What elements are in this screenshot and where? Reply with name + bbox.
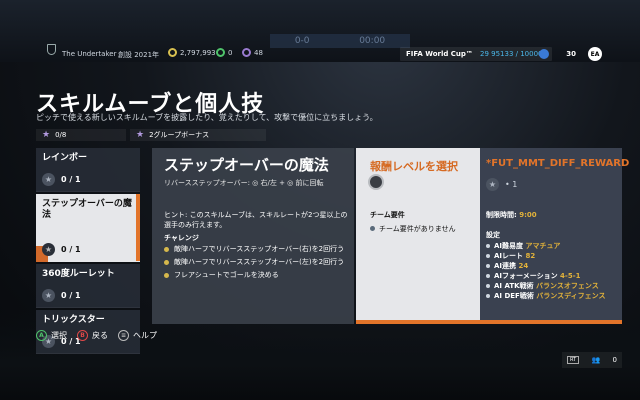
- sp-display: 48: [242, 48, 263, 57]
- club-founded: 創設 2021年: [118, 51, 160, 59]
- list-item-label: トリックスター: [42, 315, 105, 325]
- coin-icon: [168, 48, 177, 57]
- select-label: 選択: [51, 331, 67, 340]
- star-icon: ★: [42, 289, 55, 302]
- group-bonus[interactable]: ★ 2グループボーナス: [130, 129, 266, 141]
- challenge-item: 敵陣ハーフでリバースステップオーバー(右)を2回行う: [164, 244, 350, 254]
- season-title: FIFA World Cup™: [406, 50, 473, 58]
- challenge-item: 敵陣ハーフでリバースステップオーバー(左)を2回行う: [164, 257, 350, 267]
- challenge-label: チャレンジ: [164, 234, 199, 242]
- setting-item: AIレート 82: [486, 251, 620, 261]
- season-icon: [539, 49, 549, 59]
- setting-item: AI ATK戦術 バランスオフェンス: [486, 281, 620, 291]
- reward-accent-bar: [356, 320, 622, 324]
- setting-item: AI難易度 アマチュア: [486, 241, 620, 251]
- detail-panel: ステップオーバーの魔法 リバースステップオーバー: ◎ 右/左 + ◎ 前に回転…: [152, 148, 354, 324]
- detail-title: ステップオーバーの魔法: [164, 156, 329, 174]
- select-hint[interactable]: A 選択: [36, 330, 67, 341]
- star-icon: ★: [42, 130, 51, 140]
- coins-value: 2,797,993: [180, 48, 216, 57]
- list-item-rainbow[interactable]: レインボー ★ 0 / 1: [36, 148, 140, 192]
- club-name: The Undertaker: [62, 50, 117, 58]
- list-item-label: レインボー: [42, 153, 88, 163]
- page-subtitle: ピッチで使える新しいスキルムーブを披露したり、覚えたりして、攻撃で優位に立ちまし…: [36, 113, 378, 122]
- star-icon: ★: [42, 173, 55, 186]
- controller-hints: A 選択 B 戻る ≡ ヘルプ: [36, 330, 157, 341]
- sp-value: 48: [254, 48, 263, 57]
- setting-item: AI DEF戦術 バランスディフェンス: [486, 291, 620, 301]
- star-icon: ★: [486, 178, 499, 191]
- friends-count: 0: [612, 356, 617, 364]
- rt-button-icon: RT: [567, 356, 580, 364]
- points-display: 0: [216, 48, 232, 57]
- detail-hint: ヒント: このスキルムーブは、スキルレートが2つ星以上の選手のみ行えます。: [164, 211, 348, 229]
- difficulty-stars-value: • 1: [505, 180, 518, 189]
- star-icon: ★: [42, 243, 55, 256]
- list-item-progress-value: 0 / 1: [61, 291, 81, 300]
- points-value: 0: [228, 48, 233, 57]
- difficulty-panel: *FUT_MMT_DIFF_REWARD ★ • 1 制限時間: 9:00 設定…: [480, 148, 629, 320]
- team-requirement-value: チーム要件がありません: [370, 224, 456, 234]
- bonus-star-icon: ★: [136, 130, 145, 140]
- objective-progress-value: 0/8: [55, 131, 67, 139]
- status-bar: The Undertaker 創設 2021年 2,797,993 0 48 F…: [0, 44, 640, 64]
- skill-list: レインボー ★ 0 / 1 ステップオーバーの魔法 ★ 0 / 1 360度ルー…: [36, 148, 140, 356]
- selection-marker: [136, 194, 140, 261]
- objective-progress: ★ 0/8: [36, 129, 126, 141]
- coins-display: 2,797,993: [168, 48, 216, 57]
- list-item-label: 360度ルーレット: [42, 269, 115, 279]
- points-icon: [216, 48, 225, 57]
- help-hint[interactable]: ≡ ヘルプ: [118, 330, 157, 341]
- b-button-icon: B: [77, 330, 88, 341]
- time-limit-label: 制限時間:: [486, 211, 517, 219]
- player-level: 30: [566, 50, 576, 58]
- back-label: 戻る: [92, 331, 108, 340]
- season-progress: 29 95133 / 100000: [480, 50, 547, 58]
- list-item-roulette[interactable]: 360度ルーレット ★ 0 / 1: [36, 264, 140, 308]
- difficulty-title: *FUT_MMT_DIFF_REWARD: [486, 158, 630, 169]
- reward-token-icon[interactable]: [368, 174, 384, 190]
- list-item-label: ステップオーバーの魔法: [42, 199, 132, 220]
- sp-icon: [242, 48, 251, 57]
- reward-title: 報酬レベルを選択: [370, 160, 458, 173]
- list-item-progress: ★ 0 / 1: [42, 289, 81, 302]
- a-button-icon: A: [36, 330, 47, 341]
- back-hint[interactable]: B 戻る: [77, 330, 108, 341]
- challenge-list: 敵陣ハーフでリバースステップオーバー(右)を2回行う 敵陣ハーフでリバースステッ…: [164, 244, 350, 283]
- view-button-icon: ≡: [118, 330, 129, 341]
- help-label: ヘルプ: [133, 331, 157, 340]
- friends-icon: 👥: [591, 356, 601, 364]
- settings-label: 設定: [486, 231, 500, 239]
- list-item-progress: ★ 0 / 1: [42, 243, 81, 256]
- settings-list: AI難易度 アマチュア AIレート 82 AI連携 24 AIフォーメーション …: [486, 241, 620, 301]
- difficulty-stars: ★ • 1: [486, 178, 517, 191]
- club-crest-icon: [46, 44, 56, 60]
- setting-item: AIフォーメーション 4-5-1: [486, 271, 620, 281]
- reward-panel: 報酬レベルを選択 チーム要件 チーム要件がありません *FUT_MMT_DIFF…: [356, 148, 629, 324]
- time-limit-value: 9:00: [519, 211, 537, 219]
- group-bonus-label: 2グループボーナス: [149, 131, 210, 139]
- setting-item: AI連携 24: [486, 261, 620, 271]
- detail-input: リバースステップオーバー: ◎ 右/左 + ◎ 前に回転: [164, 179, 324, 187]
- list-item-progress: ★ 0 / 1: [42, 173, 81, 186]
- list-item-progress-value: 0 / 1: [61, 175, 81, 184]
- ea-logo-icon: EA: [588, 47, 602, 61]
- counter-bar: ★ 0/8 ★ 2グループボーナス: [36, 129, 266, 141]
- friends-bar[interactable]: RT 👥 0: [562, 352, 622, 368]
- list-item-progress-value: 0 / 1: [61, 245, 81, 254]
- team-requirement-label: チーム要件: [370, 211, 405, 219]
- season-progress-bar[interactable]: FIFA World Cup™ 29 95133 / 100000: [400, 47, 552, 61]
- list-item-stepover[interactable]: ステップオーバーの魔法 ★ 0 / 1: [36, 194, 140, 262]
- challenge-item: フレアシュートでゴールを決める: [164, 270, 350, 280]
- time-limit: 制限時間: 9:00: [486, 210, 537, 220]
